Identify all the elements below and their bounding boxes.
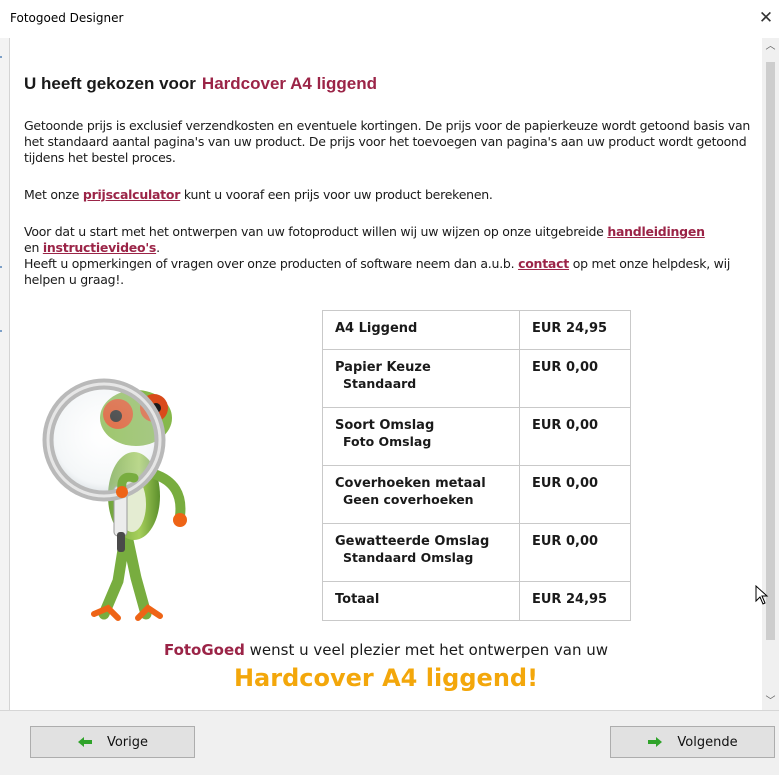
price-row: Soort Omslag Foto Omslag EUR 0,00 xyxy=(322,407,631,466)
prijscalculator-link[interactable]: prijscalculator xyxy=(83,187,181,202)
help-text-1: Voor dat u start met het ontwerpen van u… xyxy=(24,224,608,239)
price-row: Gewatteerde Omslag Standaard Omslag EUR 0… xyxy=(322,523,631,582)
closing-text: wenst u veel plezier met het ontwerpen v… xyxy=(244,641,609,659)
frog-magnifier-illustration xyxy=(42,378,187,621)
calculator-paragraph: Met onze prijscalculator kunt u vooraf e… xyxy=(24,187,754,203)
handleidingen-link[interactable]: handleidingen xyxy=(607,224,705,239)
vertical-scrollbar[interactable]: ︿ ﹀ xyxy=(762,38,779,710)
row-label: Gewatteerde Omslag xyxy=(335,534,490,549)
row-label: Papier Keuze xyxy=(335,360,431,375)
heading-prefix: U heeft gekozen voor xyxy=(24,74,196,93)
price-row: Papier Keuze Standaard EUR 0,00 xyxy=(322,349,631,408)
instructievideos-link[interactable]: instructievideo's xyxy=(43,240,157,255)
window-title: Fotogoed Designer xyxy=(10,11,124,25)
help-text-3: . xyxy=(156,240,160,255)
previous-button-label: Vorige xyxy=(106,734,149,750)
row-sublabel: Geen coverhoeken xyxy=(343,492,474,507)
row-sublabel: Standaard Omslag xyxy=(343,550,474,565)
arrow-left-icon xyxy=(77,737,92,747)
row-amount: EUR 0,00 xyxy=(519,407,631,466)
row-sublabel: Standaard xyxy=(343,376,417,391)
row-label: Coverhoeken metaal xyxy=(335,476,486,491)
row-sublabel: Foto Omslag xyxy=(343,434,432,449)
price-row: A4 Liggend EUR 24,95 xyxy=(322,310,631,350)
closing-line: FotoGoed wenst u veel plezier met het on… xyxy=(10,641,762,659)
content-pane: U heeft gekozen voor Hardcover A4 liggend… xyxy=(10,38,762,710)
row-amount: EUR 0,00 xyxy=(519,465,631,524)
price-row: Coverhoeken metaal Geen coverhoeken EUR 0… xyxy=(322,465,631,524)
next-button[interactable]: Volgende xyxy=(610,726,775,758)
row-amount: EUR 0,00 xyxy=(519,523,631,582)
dialog-footer: Vorige Volgende xyxy=(0,710,779,775)
help-text-2: en xyxy=(24,240,43,255)
closing-product-line: Hardcover A4 liggend! xyxy=(233,664,539,692)
total-label: Totaal xyxy=(335,592,380,607)
row-amount: EUR 0,00 xyxy=(519,349,631,408)
edge-mark xyxy=(0,56,2,58)
previous-button[interactable]: Vorige xyxy=(30,726,195,758)
help-paragraph: Voor dat u start met het ontwerpen van u… xyxy=(24,224,754,288)
row-amount: EUR 24,95 xyxy=(519,310,631,350)
left-window-edge xyxy=(0,38,10,710)
window-titlebar: Fotogoed Designer ✕ xyxy=(0,0,779,39)
price-table: A4 Liggend EUR 24,95 Papier Keuze Standaa… xyxy=(322,310,631,621)
heading-product: Hardcover A4 liggend xyxy=(201,74,378,93)
total-amount: EUR 24,95 xyxy=(519,581,631,621)
edge-mark xyxy=(0,330,2,332)
price-total-row: Totaal EUR 24,95 xyxy=(322,581,631,621)
arrow-right-icon xyxy=(648,737,663,747)
mouse-cursor-icon xyxy=(755,585,769,605)
contact-link[interactable]: contact xyxy=(518,256,569,271)
row-label: A4 Liggend xyxy=(335,321,418,336)
row-label: Soort Omslag xyxy=(335,418,435,433)
calculator-text-before: Met onze xyxy=(24,187,83,202)
intro-paragraph: Getoonde prijs is exclusief verzendkoste… xyxy=(24,118,751,165)
scroll-up-icon[interactable]: ︿ xyxy=(762,38,779,55)
close-icon[interactable]: ✕ xyxy=(755,6,777,30)
page-heading: U heeft gekozen voor Hardcover A4 liggend xyxy=(24,74,377,94)
edge-mark xyxy=(0,266,2,268)
calculator-text-after: kunt u vooraf een prijs voor uw product … xyxy=(180,187,493,202)
scrollbar-thumb[interactable] xyxy=(766,62,775,640)
next-button-label: Volgende xyxy=(677,734,738,750)
scroll-down-icon[interactable]: ﹀ xyxy=(762,693,779,710)
help-text-4: Heeft u opmerkingen of vragen over onze … xyxy=(24,256,519,271)
closing-brand: FotoGoed xyxy=(163,641,245,659)
